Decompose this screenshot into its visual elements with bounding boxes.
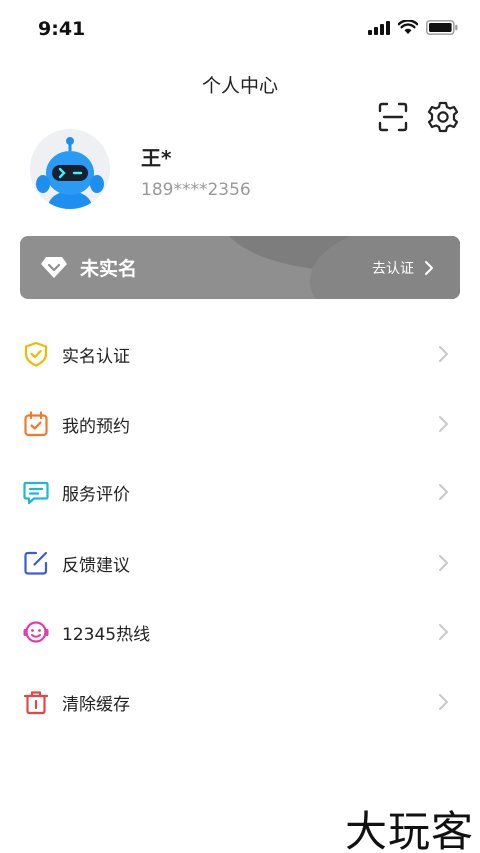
status-bar: 9:41 xyxy=(0,0,480,60)
chevron-right-icon xyxy=(439,694,448,710)
verification-status: 未实名 xyxy=(80,258,138,280)
verify-link[interactable]: 去认证 xyxy=(372,258,414,278)
gear-icon[interactable] xyxy=(427,101,459,133)
robot-avatar-icon xyxy=(30,129,110,209)
chevron-right-icon xyxy=(439,624,448,640)
menu-item-clear-cache[interactable]: 清除缓存 xyxy=(0,674,480,730)
user-name: 王* xyxy=(141,146,172,170)
profile-page: 9:41 个人中心 王* 189****2356 未实名 去认证 实名认证 我的… xyxy=(0,0,480,853)
menu-label: 12345热线 xyxy=(62,625,151,645)
chevron-right-icon xyxy=(439,346,448,362)
watermark-text: 大玩客 xyxy=(344,807,474,853)
menu-item-real-name[interactable]: 实名认证 xyxy=(0,326,480,382)
wifi-icon xyxy=(398,20,418,34)
chevron-right-icon xyxy=(439,484,448,500)
calendar-check-icon xyxy=(24,411,48,437)
chevron-right-icon xyxy=(425,261,433,275)
diamond-icon xyxy=(41,257,67,278)
menu-label: 服务评价 xyxy=(62,485,130,505)
menu-label: 反馈建议 xyxy=(62,556,130,576)
scan-icon[interactable] xyxy=(377,101,409,133)
menu-item-service-review[interactable]: 服务评价 xyxy=(0,464,480,520)
menu-label: 清除缓存 xyxy=(62,695,130,715)
verification-banner[interactable]: 未实名 去认证 xyxy=(20,236,460,299)
menu-item-hotline[interactable]: 12345热线 xyxy=(0,604,480,660)
trash-icon xyxy=(23,691,49,715)
edit-icon xyxy=(24,551,48,575)
status-icons xyxy=(368,20,458,35)
menu-label: 实名认证 xyxy=(62,347,130,367)
signal-icon xyxy=(368,20,390,35)
page-title: 个人中心 xyxy=(201,75,278,97)
menu-label: 我的预约 xyxy=(62,417,130,437)
shield-check-icon xyxy=(24,341,48,367)
battery-icon xyxy=(426,20,458,35)
avatar[interactable] xyxy=(30,129,110,209)
chevron-right-icon xyxy=(439,555,448,571)
chevron-right-icon xyxy=(439,416,448,432)
status-time: 9:41 xyxy=(38,18,86,40)
headset-icon xyxy=(23,621,49,643)
chat-icon xyxy=(23,481,49,505)
menu-item-feedback[interactable]: 反馈建议 xyxy=(0,535,480,591)
user-phone: 189****2356 xyxy=(141,180,251,200)
menu-item-appointments[interactable]: 我的预约 xyxy=(0,396,480,452)
